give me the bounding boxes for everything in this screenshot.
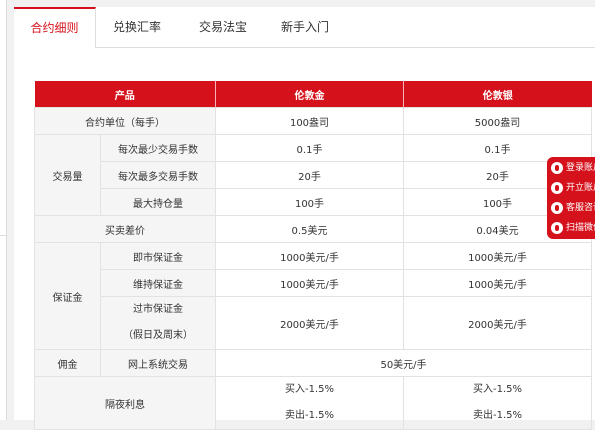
cell-gold: 0.1手	[215, 134, 404, 162]
tab-bar: 合约细则 兑换汇率 交易法宝 新手入门	[14, 7, 595, 48]
gold-sell: 卖出-1.5%	[284, 410, 334, 421]
table-row: 维持保证金 1000美元/手 1000美元/手	[35, 269, 592, 297]
cell-gold: 2000美元/手	[215, 296, 404, 350]
floating-side-menu: 登录账户 开立账户 客服咨询 扫描微信	[547, 157, 595, 239]
cell-gold: 1000美元/手	[215, 269, 404, 297]
table-row: 佣金 网上系统交易 50美元/手	[34, 349, 592, 377]
group-label-margin: 保证金	[34, 242, 101, 350]
table-row: 买卖差价 0.5美元 0.04美元	[34, 215, 592, 243]
side-item-label: 客服咨询	[566, 203, 595, 213]
tab-trading-tips[interactable]: 交易法宝	[184, 7, 262, 47]
cell-gold: 100盎司	[215, 107, 404, 135]
group-label-volume: 交易量	[34, 134, 101, 216]
tab-beginner-guide[interactable]: 新手入门	[266, 7, 344, 47]
side-item-label: 登录账户	[566, 163, 595, 173]
silver-sell: 卖出-1.5%	[472, 410, 522, 421]
table-row: 合约单位（每手） 100盎司 5000盎司	[34, 107, 592, 135]
table-row: 过市保证金 （假日及周末） 2000美元/手 2000美元/手	[35, 296, 592, 350]
tab-contract-details[interactable]: 合约细则	[14, 7, 96, 48]
cell-silver: 1000美元/手	[403, 242, 592, 270]
table-row: 保证金 即市保证金 1000美元/手 1000美元/手	[34, 242, 592, 350]
cell-silver: 5000盎司	[403, 107, 592, 135]
gold-buy: 买入-1.5%	[284, 384, 334, 395]
side-item-open-account[interactable]: 开立账户	[551, 178, 595, 198]
side-item-service[interactable]: 客服咨询	[551, 198, 595, 218]
side-item-label: 开立账户	[566, 183, 595, 193]
side-item-login[interactable]: 登录账户	[551, 158, 595, 178]
cell-gold: 100手	[215, 188, 404, 216]
row-label: 网上系统交易	[100, 349, 216, 377]
row-label-contract-unit: 合约单位（每手）	[34, 107, 216, 135]
cell-silver: 2000美元/手	[403, 296, 592, 350]
side-item-label: 扫描微信	[566, 223, 595, 233]
row-label-overnight-margin: 过市保证金 （假日及周末）	[100, 296, 216, 350]
table-header-row: 产品 伦敦金 伦敦银	[34, 81, 592, 108]
open-account-icon	[551, 182, 563, 194]
cell-gold: 20手	[215, 161, 404, 189]
cell-gold: 买入-1.5% 卖出-1.5%	[215, 376, 404, 430]
left-sidebar-edge	[0, 0, 7, 420]
row-label: 维持保证金	[100, 269, 216, 297]
cell-silver: 买入-1.5% 卖出-1.5%	[403, 376, 592, 430]
header-silver: 伦敦银	[403, 81, 592, 108]
user-icon	[551, 162, 563, 174]
row-label: 最大持仓量	[100, 188, 216, 216]
row-label: 每次最多交易手数	[100, 161, 216, 189]
service-icon	[551, 202, 563, 214]
contract-panel: 合约细则 兑换汇率 交易法宝 新手入门 产品 伦敦金 伦敦银 合约单位（每手） …	[14, 7, 595, 430]
cell-gold: 0.5美元	[215, 215, 404, 243]
table-row: 交易量 每次最少交易手数 0.1手 0.1手	[34, 134, 592, 216]
silver-buy: 买入-1.5%	[472, 384, 522, 395]
contract-table: 产品 伦敦金 伦敦银 合约单位（每手） 100盎司 5000盎司 交易量 每次最…	[34, 81, 592, 430]
tab-exchange-rate[interactable]: 兑换汇率	[102, 7, 172, 47]
row-label-spread: 买卖差价	[34, 215, 216, 243]
table-row: 隔夜利息 买入-1.5% 卖出-1.5% 买入-1.5% 卖出-1.5%	[34, 376, 592, 430]
row-label: 即市保证金	[100, 242, 216, 270]
table-row: 最大持仓量 100手 100手	[35, 188, 592, 216]
row-label: 每次最少交易手数	[100, 134, 216, 162]
row-label-overnight-interest: 隔夜利息	[34, 376, 216, 430]
cell-commission: 50美元/手	[215, 349, 592, 377]
cell-silver: 1000美元/手	[403, 269, 592, 297]
side-item-wechat[interactable]: 扫描微信	[551, 218, 595, 238]
cell-gold: 1000美元/手	[215, 242, 404, 270]
wechat-icon	[551, 222, 563, 234]
table-row: 每次最多交易手数 20手 20手	[35, 161, 592, 189]
overnight-margin-line2: （假日及周末）	[123, 330, 193, 341]
group-label-commission: 佣金	[34, 349, 101, 377]
header-gold: 伦敦金	[215, 81, 404, 108]
overnight-margin-line1: 过市保证金	[133, 304, 183, 315]
header-product: 产品	[34, 81, 216, 108]
